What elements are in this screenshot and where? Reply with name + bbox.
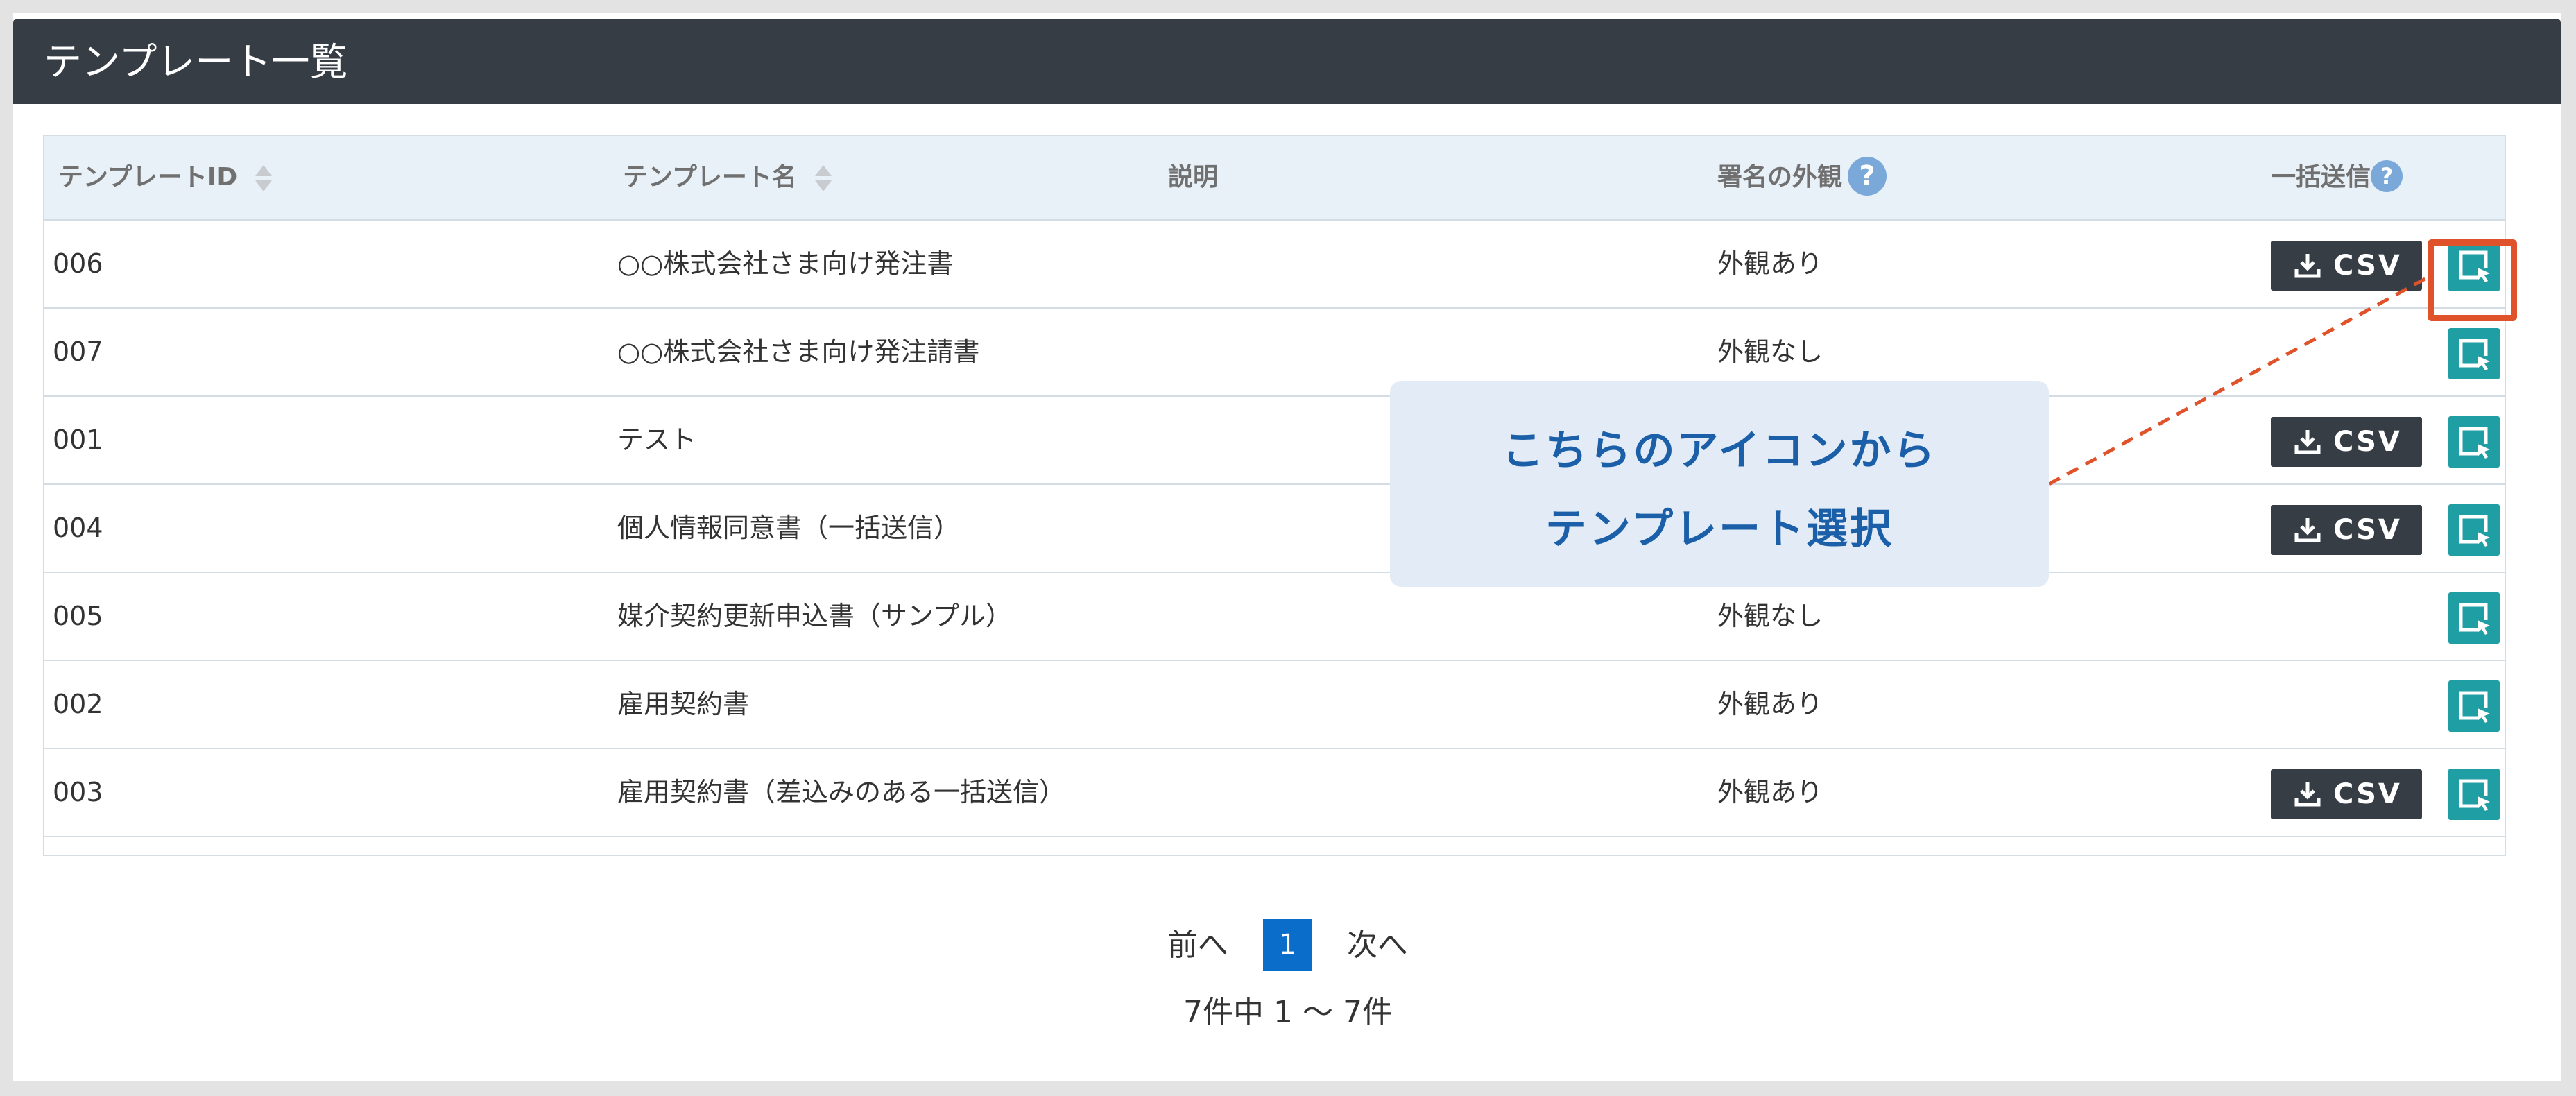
callout-line-1: こちらのアイコンから <box>1502 427 1937 475</box>
pagination-prev[interactable]: 前へ <box>1167 919 1228 971</box>
instruction-callout: こちらのアイコンから テンプレート選択 <box>1390 381 2049 587</box>
pagination-page-1[interactable]: 1 <box>1263 919 1312 971</box>
pagination-summary: 7件中 1 〜 7件 <box>1183 995 1393 1030</box>
pagination-next[interactable]: 次へ <box>1347 919 1408 971</box>
callout-connector-line <box>2047 275 2429 486</box>
callout-line-2: テンプレート選択 <box>1545 505 1894 554</box>
